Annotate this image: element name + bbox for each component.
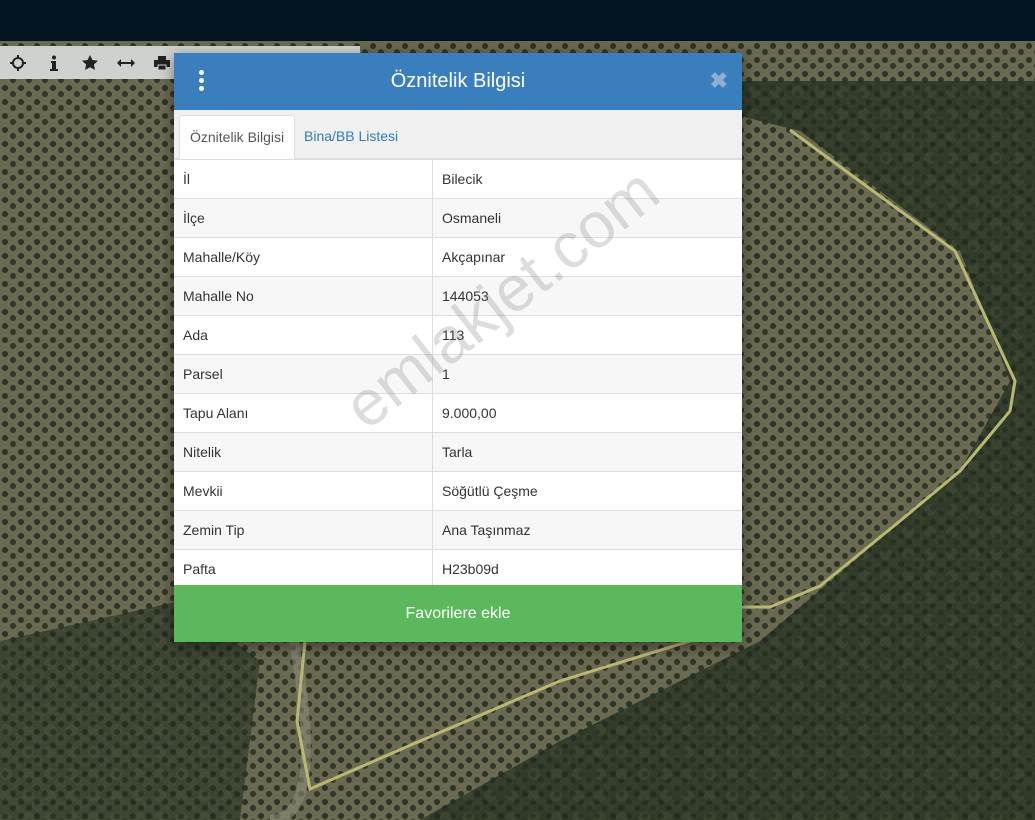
row-key: Parsel: [174, 354, 433, 394]
row-value: 9.000,00: [432, 393, 742, 433]
modal-title: Öznitelik Bilgisi: [390, 70, 526, 92]
info-icon[interactable]: [36, 46, 72, 79]
table-row: Ada 113: [174, 315, 742, 355]
row-value: 144053: [432, 276, 742, 316]
row-value: Ana Taşınmaz: [432, 510, 742, 550]
row-key: Mahalle/Köy: [174, 237, 433, 277]
row-key: İl: [174, 159, 433, 199]
add-favorite-button[interactable]: Favorilere ekle: [174, 585, 742, 642]
crosshair-icon[interactable]: [0, 46, 36, 79]
table-row: Parsel 1: [174, 354, 742, 394]
star-icon[interactable]: [72, 46, 108, 79]
tab-attribute-info[interactable]: Öznitelik Bilgisi: [179, 115, 296, 159]
table-row: Zemin Tip Ana Taşınmaz: [174, 510, 742, 550]
row-value: Söğütlü Çeşme: [432, 471, 742, 511]
row-value: H23b09d: [432, 549, 742, 588]
row-key: İlçe: [174, 198, 433, 238]
row-key: Pafta: [174, 549, 433, 588]
table-row: Mahalle No 144053: [174, 276, 742, 316]
modal-header: Öznitelik Bilgisi ✖: [174, 53, 742, 110]
row-value: Bilecik: [432, 159, 742, 199]
table-row: Mahalle/Köy Akçapınar: [174, 237, 742, 277]
table-row: Tapu Alanı 9.000,00: [174, 393, 742, 433]
tab-bar: Öznitelik Bilgisi Bina/BB Listesi: [174, 110, 742, 159]
row-key: Tapu Alanı: [174, 393, 433, 433]
tab-building-list[interactable]: Bina/BB Listesi: [294, 115, 408, 158]
table-row: İl Bilecik: [174, 159, 742, 199]
table-row: İlçe Osmaneli: [174, 198, 742, 238]
table-row: Nitelik Tarla: [174, 432, 742, 472]
close-icon[interactable]: ✖: [710, 70, 728, 92]
row-value: Osmaneli: [432, 198, 742, 238]
attribute-modal: Öznitelik Bilgisi ✖ Öznitelik Bilgisi Bi…: [174, 53, 742, 642]
row-value: 113: [432, 315, 742, 355]
measure-arrows-icon[interactable]: [108, 46, 144, 79]
table-row: Pafta H23b09d: [174, 549, 742, 588]
row-value: Akçapınar: [432, 237, 742, 277]
row-key: Mevkii: [174, 471, 433, 511]
row-key: Zemin Tip: [174, 510, 433, 550]
row-value: 1: [432, 354, 742, 394]
row-value: Tarla: [432, 432, 742, 472]
table-row: Mevkii Söğütlü Çeşme: [174, 471, 742, 511]
top-bar: [0, 0, 1035, 41]
row-key: Nitelik: [174, 432, 433, 472]
row-key: Ada: [174, 315, 433, 355]
row-key: Mahalle No: [174, 276, 433, 316]
attribute-table: İl Bilecik İlçe Osmaneli Mahalle/Köy Akçapı…: [174, 159, 742, 588]
